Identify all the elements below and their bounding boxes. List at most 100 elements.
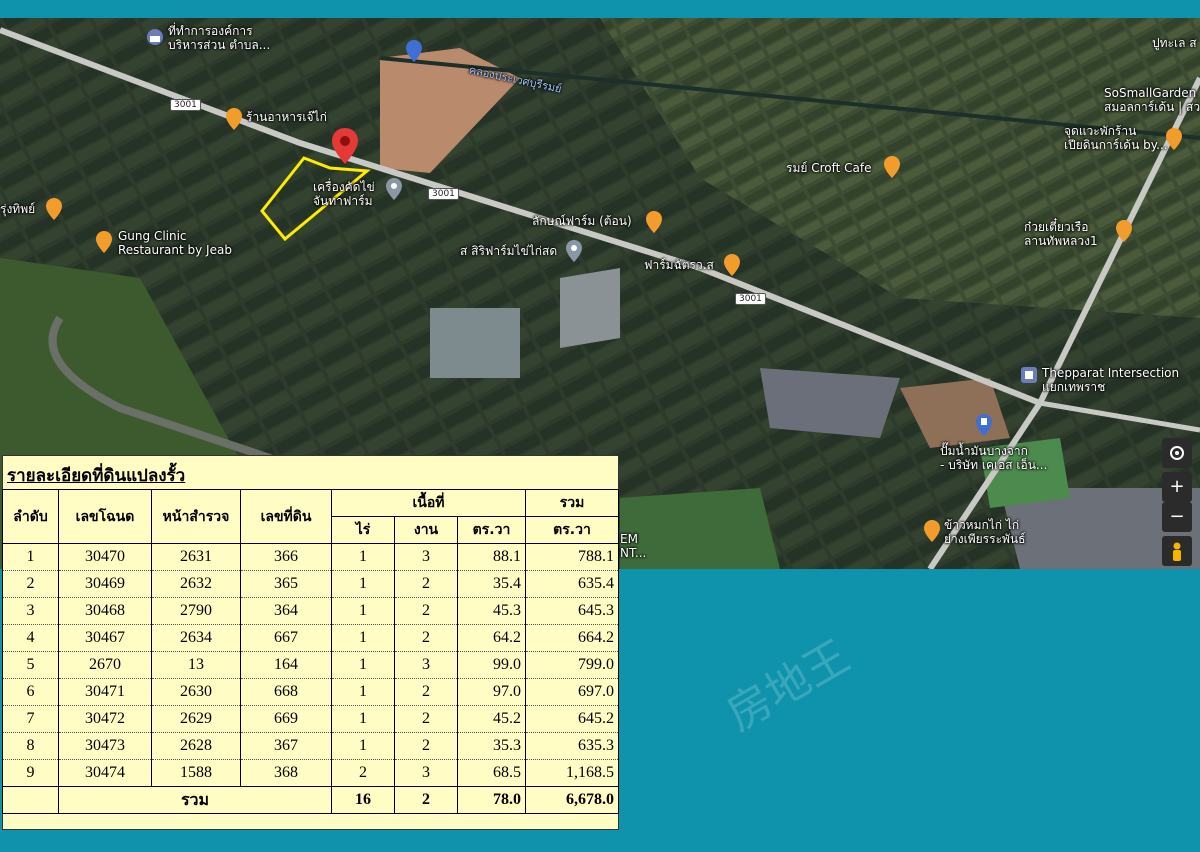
cell-deed: 30468 [58,597,152,625]
cell-land: 364 [240,597,332,625]
place-label[interactable]: ฟาร์มฉัตรว.ส [644,258,714,272]
place-label[interactable]: SoSmallGarden สมอลการ์เด้น | สว [1104,86,1200,114]
zoom-in-button[interactable]: + [1162,472,1192,502]
restaurant-icon[interactable] [96,231,112,253]
place-label[interactable]: Thepparat Intersection แยกเทพราช [1042,366,1179,394]
cell-empty [2,786,59,814]
restaurant-icon[interactable] [924,520,940,542]
table-row: 1 30470 2631 366 1 3 88.1 788.1 [2,543,619,571]
cell-rai: 1 [331,678,395,706]
cell-wa: 45.2 [457,705,526,733]
place-label[interactable]: ปูทะเล ส [1152,36,1197,50]
col-deed: เลขโฉนด [58,489,152,544]
shopping-icon[interactable] [406,40,422,62]
cell-no: 8 [2,732,59,760]
cell-ngan: 3 [394,651,458,679]
restaurant-icon[interactable] [1116,220,1132,242]
table-row: 5 2670 13 164 1 3 99.0 799.0 [2,651,619,679]
cell-survey: 2790 [151,597,241,625]
zoom-out-button[interactable]: − [1162,502,1192,532]
place-label[interactable]: ส สิริฟาร์มไข่ไก่สด [460,244,557,258]
cell-land: 367 [240,732,332,760]
pegman-icon [1173,542,1181,561]
cell-wa: 35.4 [457,570,526,598]
restaurant-icon[interactable] [1166,128,1182,150]
table-title: รายละเอียดที่ดินแปลงรั้ว [7,466,186,486]
table-row: 4 30467 2634 667 1 2 64.2 664.2 [2,624,619,652]
cell-survey: 2630 [151,678,241,706]
bar-icon[interactable] [724,254,740,276]
cell-rai: 1 [331,705,395,733]
place-label[interactable]: ที่ทำการองค์การ บริหารส่วน ตำบล... [168,24,270,52]
fuel-icon[interactable] [976,414,992,436]
total-wa: 78.0 [457,786,526,814]
cell-rai: 1 [331,732,395,760]
place-label[interactable]: เครื่องคัดไข่ จันทาฟาร์ม [313,180,375,208]
cell-survey: 2629 [151,705,241,733]
cell-deed: 30473 [58,732,152,760]
cell-survey: 2628 [151,732,241,760]
cell-deed: 30472 [58,705,152,733]
place-label[interactable]: ปั๊มน้ำมันบางจาก - บริษัท เคเอส เอ็น... [940,444,1047,472]
table-row: 7 30472 2629 669 1 2 45.2 645.2 [2,705,619,733]
cell-ngan: 2 [394,570,458,598]
cell-no: 1 [2,543,59,571]
cell-no: 6 [2,678,59,706]
cell-survey: 2632 [151,570,241,598]
cell-rai: 1 [331,543,395,571]
pegman-button[interactable] [1162,536,1192,566]
cell-ngan: 2 [394,678,458,706]
total-sum: 6,678.0 [525,786,619,814]
cell-land: 368 [240,759,332,787]
cell-total: 788.1 [525,543,619,571]
cell-no: 7 [2,705,59,733]
table-row: 3 30468 2790 364 1 2 45.3 645.3 [2,597,619,625]
cell-rai: 2 [331,759,395,787]
place-label[interactable]: รุ่งทิพย์ [0,202,35,216]
cell-ngan: 3 [394,759,458,787]
col-total-wa: ตร.วา [525,516,619,544]
cell-ngan: 2 [394,732,458,760]
route-shield: 3001 [735,293,766,305]
table-row: 8 30473 2628 367 1 2 35.3 635.3 [2,732,619,760]
intersection-icon[interactable] [1020,366,1037,388]
restaurant-icon[interactable] [46,198,62,220]
place-label[interactable]: ร้านอาหารเจ๊ไก่ [246,110,327,124]
place-label[interactable]: ข้าวหมกไก่ ไก่ ย่างเพียรระพันธ์ [944,518,1025,546]
cafe-icon[interactable] [884,156,900,178]
place-icon[interactable] [566,240,582,262]
place-label[interactable]: Gung Clinic Restaurant by Jeab [118,229,232,257]
place-label[interactable]: ลักษณ์ฟาร์ม (ต้อน) [532,214,632,228]
cell-survey: 1588 [151,759,241,787]
cell-wa: 99.0 [457,651,526,679]
cell-ngan: 2 [394,624,458,652]
cell-ngan: 3 [394,543,458,571]
bar-icon[interactable] [646,211,662,233]
cell-total: 635.4 [525,570,619,598]
place-label[interactable]: EM NT... [620,532,646,560]
restaurant-icon[interactable] [226,108,242,130]
cell-land: 366 [240,543,332,571]
cell-wa: 35.3 [457,732,526,760]
cell-total: 664.2 [525,624,619,652]
cell-wa: 64.2 [457,624,526,652]
col-total: รวม [525,489,619,517]
government-icon[interactable] [146,28,163,50]
total-ngan: 2 [394,786,458,814]
cell-total: 799.0 [525,651,619,679]
route-shield: 3001 [170,99,201,111]
place-label[interactable]: ก๋วยเตี๋ยวเรือ ลานทัพหลวง1 [1024,220,1098,248]
col-area: เนื้อที่ [331,489,526,517]
cell-land: 164 [240,651,332,679]
location-pin-icon[interactable] [332,128,358,164]
col-survey: หน้าสำรวจ [151,489,241,544]
place-label[interactable]: รมย์ Croft Cafe [786,161,871,175]
total-row: รวม 16 2 78.0 6,678.0 [2,786,619,814]
total-label: รวม [58,786,332,814]
place-label[interactable]: จุดแวะพักร้าน เปียดินการ์เด้น by... [1064,124,1168,152]
cell-wa: 97.0 [457,678,526,706]
place-icon[interactable] [386,178,402,200]
table-row: 6 30471 2630 668 1 2 97.0 697.0 [2,678,619,706]
my-location-button[interactable] [1162,438,1192,468]
cell-rai: 1 [331,651,395,679]
